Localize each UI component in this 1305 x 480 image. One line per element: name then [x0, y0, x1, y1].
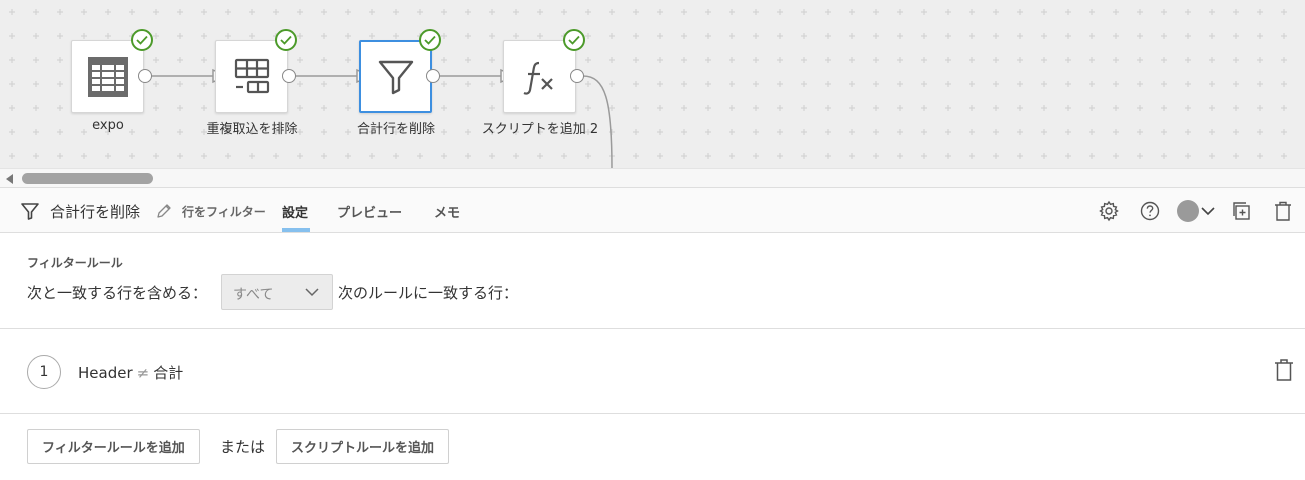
- chevron-down-icon[interactable]: [1200, 204, 1216, 218]
- section-title: フィルタールール: [27, 256, 123, 270]
- horizontal-scrollbar[interactable]: [0, 168, 1305, 187]
- node-label: 重複取込を排除: [206, 122, 298, 137]
- step-title: 合計行を削除: [50, 203, 141, 221]
- output-port[interactable]: [570, 69, 584, 83]
- output-port[interactable]: [426, 69, 440, 83]
- add-filter-rule-button[interactable]: フィルタールールを追加: [27, 429, 200, 464]
- tab-settings[interactable]: 設定: [282, 202, 308, 221]
- output-port[interactable]: [282, 69, 296, 83]
- chevron-down-icon: [305, 288, 319, 297]
- filter-icon: [378, 60, 413, 94]
- tab-preview[interactable]: プレビュー: [337, 202, 402, 221]
- duplicate-icon[interactable]: [1231, 200, 1253, 222]
- add-script-rule-button[interactable]: スクリプトルールを追加: [276, 429, 450, 464]
- status-check-icon: [275, 29, 297, 51]
- status-check-icon: [131, 29, 153, 51]
- pencil-icon[interactable]: [155, 202, 173, 220]
- trash-icon[interactable]: [1272, 200, 1294, 222]
- node-label: 合計行を削除: [356, 122, 436, 137]
- include-rows-label: 次と一致する行を含める：: [27, 284, 208, 302]
- help-icon[interactable]: [1139, 200, 1161, 222]
- step-type-label: 行をフィルター: [182, 205, 266, 219]
- dedupe-icon: [234, 58, 269, 93]
- divider: [0, 413, 1305, 414]
- flow-canvas[interactable]: expo 重複取込を排除 合計行を削除 スクリプトを追加 2: [0, 0, 1305, 168]
- flow-node-expo[interactable]: [71, 40, 144, 113]
- flow-node-dedupe[interactable]: [215, 40, 288, 113]
- output-port[interactable]: [138, 69, 152, 83]
- rule-operator: ≠: [136, 364, 150, 382]
- scroll-left-arrow-icon[interactable]: [6, 174, 13, 184]
- filter-icon: [21, 203, 39, 220]
- tab-memo[interactable]: メモ: [434, 202, 460, 221]
- flow-node-script[interactable]: [503, 40, 576, 113]
- node-label: スクリプトを追加 2: [481, 122, 599, 137]
- active-tab-indicator: [282, 228, 310, 232]
- or-label: または: [220, 438, 266, 456]
- rule-suffix-label: 次のルールに一致する行：: [338, 284, 519, 302]
- rule-number-badge: 1: [27, 355, 61, 389]
- settings-icon[interactable]: [1098, 200, 1120, 222]
- rule-value: 合計: [153, 364, 184, 382]
- status-check-icon: [419, 29, 441, 51]
- delete-rule-trash-icon[interactable]: [1273, 358, 1295, 382]
- formula-icon: [523, 61, 553, 95]
- color-picker[interactable]: [1177, 200, 1199, 222]
- match-mode-value: すべて: [233, 287, 274, 303]
- divider: [0, 328, 1305, 329]
- flow-node-filter[interactable]: [359, 40, 432, 113]
- rule-field: Header: [78, 364, 133, 382]
- step-toolbar: 合計行を削除 行をフィルター 設定 プレビュー メモ: [0, 187, 1305, 233]
- match-mode-select[interactable]: すべて: [221, 274, 333, 310]
- node-label: expo: [92, 118, 124, 133]
- table-icon: [87, 56, 128, 97]
- rule-expression[interactable]: Header ≠ 合計: [78, 362, 183, 383]
- scrollbar-thumb[interactable]: [22, 173, 153, 184]
- canvas-grid: [0, 0, 1305, 168]
- status-check-icon: [563, 29, 585, 51]
